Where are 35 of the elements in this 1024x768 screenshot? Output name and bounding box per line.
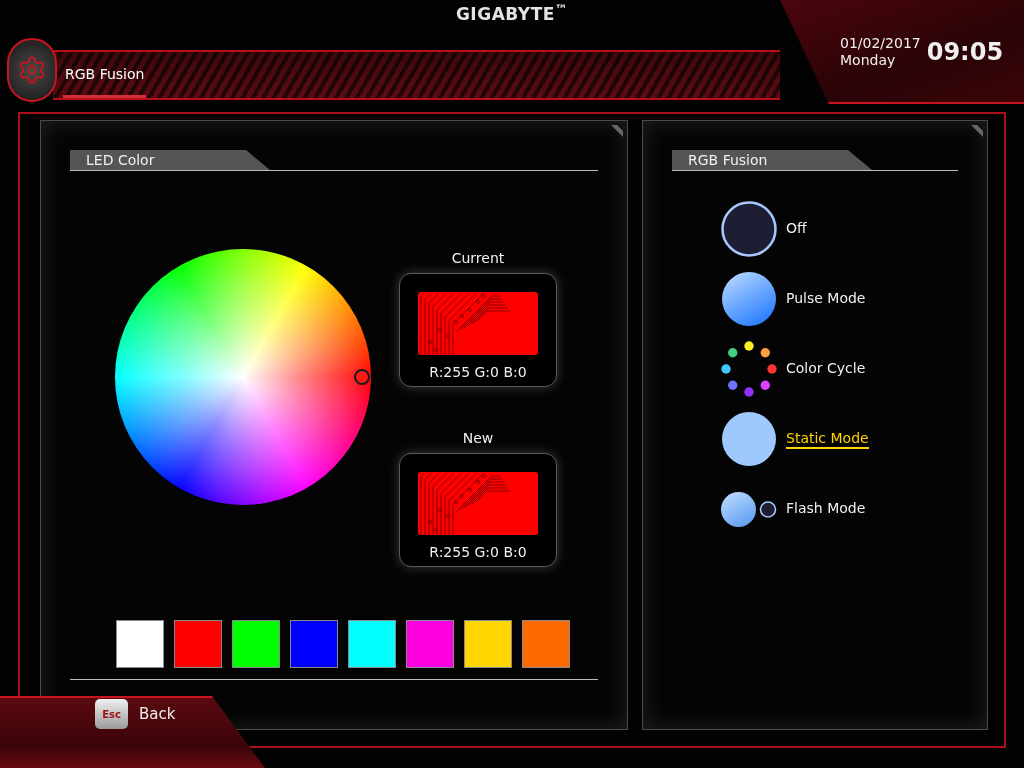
two-circles-icon [721, 491, 777, 527]
mode-option[interactable]: Static Mode [721, 411, 869, 467]
rgb-reading: R:255 G:0 B:0 [429, 363, 527, 381]
mode-option[interactable]: Color Cycle [721, 341, 866, 397]
section-title: LED Color [70, 150, 270, 170]
preview-label: Current [451, 249, 505, 267]
swatch-icon[interactable] [464, 620, 512, 668]
swatch-icon[interactable] [116, 620, 164, 668]
mode-option[interactable]: Off [721, 201, 807, 257]
dot-ring-icon [721, 341, 777, 397]
brand-logo: GIGABYTE$^{™}$ [455, 3, 569, 25]
nav-tab[interactable]: RGB Fusion [63, 54, 147, 98]
swatch-icon[interactable] [348, 620, 396, 668]
rgb-reading: R:255 G:0 B:0 [429, 543, 527, 561]
section-title: RGB Fusion [672, 150, 872, 170]
mode-option[interactable]: Flash Mode [721, 481, 866, 537]
corner-notch-icon [611, 125, 623, 137]
preview-label: New [462, 429, 494, 447]
swatch-icon[interactable] [522, 620, 570, 668]
back-button[interactable]: Esc Back [95, 699, 176, 729]
corner-notch-icon [971, 125, 983, 137]
clock-time: 09:05 [926, 37, 1004, 68]
date-text: 01/02/2017 [840, 35, 921, 52]
day-text: Monday [840, 52, 897, 69]
mode-option[interactable]: Pulse Mode [721, 271, 866, 327]
swatch-icon[interactable] [174, 620, 222, 668]
swatch-icon[interactable] [232, 620, 280, 668]
swatch-icon[interactable] [290, 620, 338, 668]
gradient-circle-icon [722, 272, 776, 326]
gear-icon [7, 38, 57, 102]
esc-key: Esc [95, 699, 128, 729]
hue-picker-handle[interactable] [354, 369, 370, 385]
ring-icon [721, 201, 777, 257]
solid-circle-icon [722, 412, 776, 466]
swatch-icon[interactable] [406, 620, 454, 668]
